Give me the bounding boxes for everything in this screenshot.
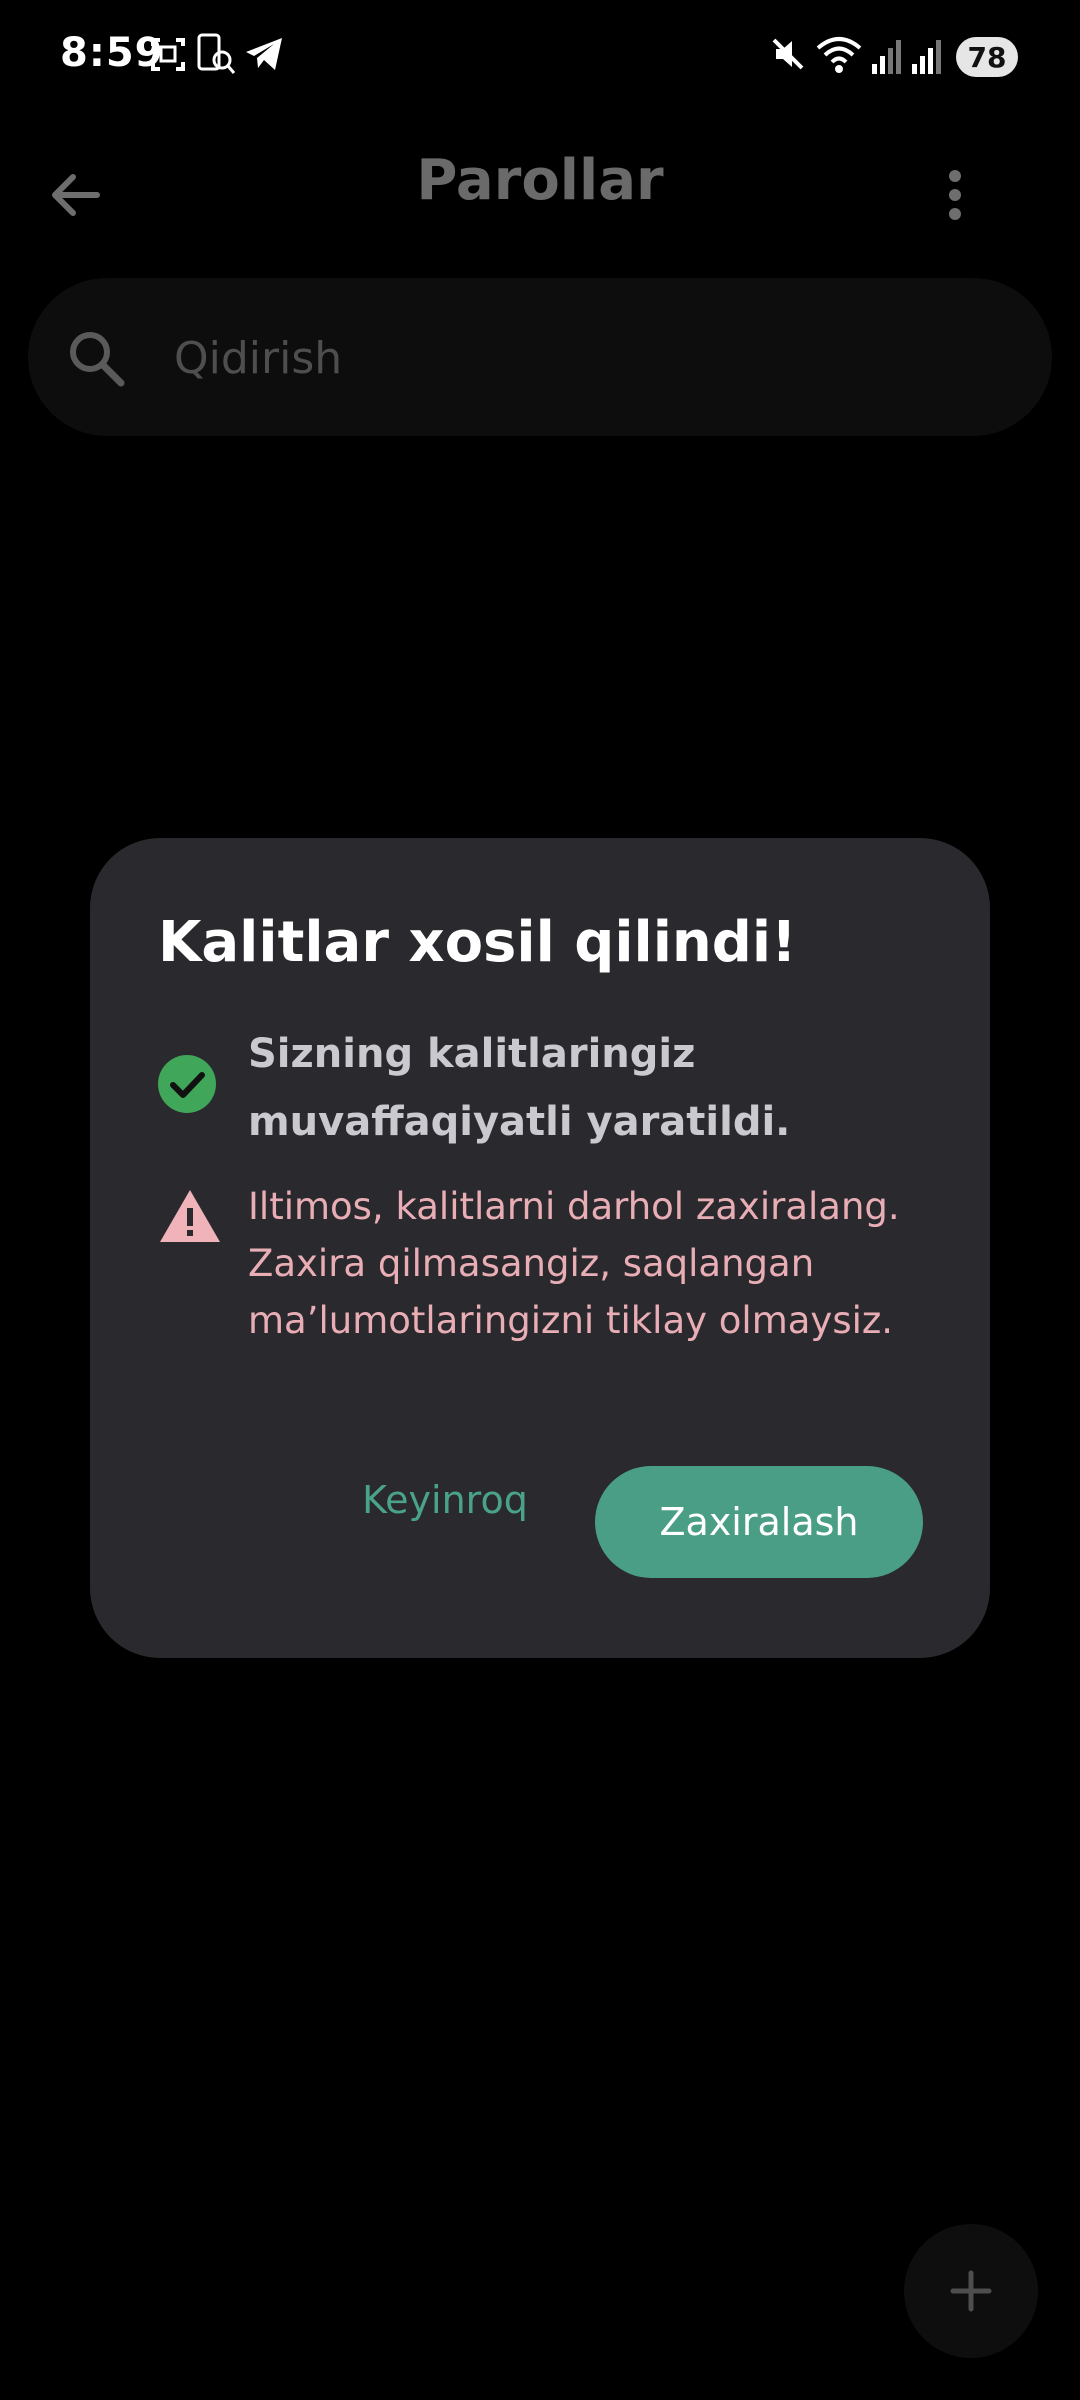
dialog-title: Kalitlar xosil qilindi! — [158, 910, 797, 975]
plus-icon — [950, 2270, 992, 2312]
search-input[interactable] — [172, 322, 996, 394]
telegram-icon — [246, 38, 282, 70]
mute-icon — [772, 38, 804, 70]
screenshot-icon — [151, 38, 185, 71]
signal-icon — [872, 40, 901, 74]
search-icon — [70, 332, 125, 387]
more-vert-icon — [949, 170, 961, 220]
signal-icon — [912, 40, 941, 74]
wifi-icon — [816, 37, 862, 73]
status-time: 8:59 — [60, 30, 164, 76]
more-options-button[interactable] — [920, 160, 990, 230]
search-bar[interactable] — [28, 278, 1052, 436]
warning-icon — [160, 1190, 220, 1242]
keys-created-dialog: Kalitlar xosil qilindi! Sizning kalitlar… — [90, 838, 990, 1658]
app-bar: Parollar — [0, 120, 1080, 260]
warning-message: Iltimos, kalitlarni darhol zaxiralang. Z… — [248, 1185, 900, 1342]
app-scan-icon — [197, 33, 236, 74]
page-title: Parollar — [416, 148, 664, 213]
check-circle-icon — [158, 1055, 216, 1113]
later-button[interactable]: Keyinroq — [345, 1450, 545, 1550]
status-bar: 8:59 78 — [0, 0, 1080, 120]
add-button[interactable] — [904, 2224, 1038, 2358]
battery-indicator: 78 — [956, 37, 1018, 77]
backup-button[interactable]: Zaxiralash — [595, 1466, 923, 1578]
success-message: Sizning kalitlaringiz muvaffaqiyatli yar… — [248, 1031, 791, 1145]
